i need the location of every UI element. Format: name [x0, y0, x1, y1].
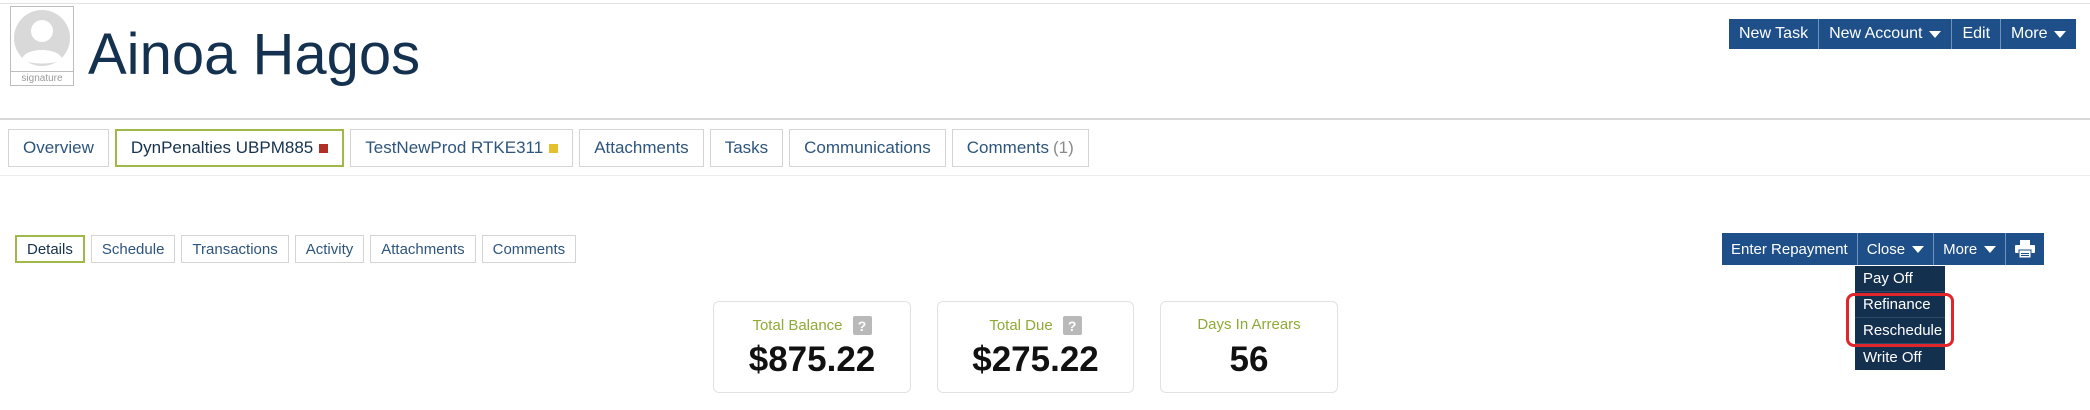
help-icon[interactable]: ? [1062, 316, 1082, 335]
stat-value: $275.22 [972, 340, 1099, 379]
new-task-label: New Task [1739, 25, 1809, 42]
tab-overview[interactable]: Overview [8, 129, 109, 167]
chevron-down-icon [1929, 30, 1942, 38]
subtab-comments[interactable]: Comments [481, 235, 577, 263]
comments-count: (1) [1052, 138, 1074, 157]
tab-label: Overview [23, 138, 94, 157]
top-divider [0, 3, 2090, 4]
tab-label: Comments [966, 138, 1049, 157]
tab-attachments[interactable]: Attachments [579, 129, 704, 167]
header-divider [0, 118, 2090, 120]
header-actions: New Task New Account Edit More [1729, 19, 2077, 49]
loan-actions: Enter Repayment Close More [1722, 233, 2045, 265]
stat-total-balance: Total Balance ? $875.22 [713, 301, 911, 393]
subtab-label: Schedule [101, 240, 165, 258]
tab-dynpenalties[interactable]: DynPenalties UBPM885 [114, 129, 345, 167]
stat-days-in-arrears: Days In Arrears 56 [1160, 301, 1338, 393]
subtab-details[interactable]: Details [15, 235, 85, 263]
chevron-down-icon [1912, 245, 1925, 253]
tab-testnewprod[interactable]: TestNewProd RTKE311 [350, 129, 574, 167]
main-tabs: Overview DynPenalties UBPM885 TestNewPro… [8, 129, 1089, 167]
tabs-divider [0, 175, 2090, 176]
more-button[interactable]: More [2001, 19, 2076, 49]
chevron-down-icon [1984, 245, 1997, 253]
stat-label: Total Balance [752, 317, 843, 334]
close-button[interactable]: Close [1858, 233, 1935, 265]
chevron-down-icon [2054, 30, 2067, 38]
tab-communications[interactable]: Communications [789, 129, 946, 167]
edit-button[interactable]: Edit [1952, 19, 2002, 49]
tab-label: Attachments [594, 138, 689, 157]
enter-repayment-button[interactable]: Enter Repayment [1722, 233, 1858, 265]
stat-value: 56 [1229, 340, 1269, 379]
subtab-label: Comments [492, 240, 566, 258]
stat-value: $875.22 [748, 340, 876, 379]
new-account-button[interactable]: New Account [1819, 19, 1953, 49]
avatar[interactable]: signature [10, 6, 74, 86]
more-label: More [2011, 25, 2048, 42]
page-title: Ainoa Hagos [88, 22, 421, 87]
tab-label: TestNewProd RTKE311 [365, 138, 544, 157]
subtab-schedule[interactable]: Schedule [90, 235, 176, 263]
edit-label: Edit [1962, 25, 1991, 42]
help-icon[interactable]: ? [852, 316, 872, 335]
loan-more-button[interactable]: More [1934, 233, 2007, 265]
avatar-caption: signature [11, 71, 73, 85]
close-label: Close [1866, 240, 1906, 258]
subtab-label: Transactions [192, 240, 278, 258]
stat-label: Total Due [989, 317, 1053, 334]
stat-label: Days In Arrears [1197, 316, 1301, 333]
menu-item-write-off[interactable]: Write Off [1855, 344, 1945, 370]
sub-tabs: Details Schedule Transactions Activity A… [15, 235, 577, 263]
loan-more-label: More [1943, 240, 1978, 258]
subtab-transactions[interactable]: Transactions [181, 235, 289, 263]
subtab-label: Details [27, 240, 73, 258]
user-silhouette-icon [14, 10, 70, 66]
printer-icon [2015, 240, 2036, 258]
stat-total-due: Total Due ? $275.22 [937, 301, 1134, 393]
tab-comments[interactable]: Comments (1) [951, 129, 1089, 167]
new-task-button[interactable]: New Task [1729, 19, 1820, 49]
subtab-label: Activity [305, 240, 354, 258]
subtab-activity[interactable]: Activity [294, 235, 365, 263]
subtab-label: Attachments [381, 240, 465, 258]
status-marker-icon [319, 143, 329, 153]
tab-label: Tasks [724, 138, 769, 157]
print-button[interactable] [2006, 233, 2044, 265]
enter-repayment-label: Enter Repayment [1731, 240, 1848, 258]
new-account-label: New Account [1829, 25, 1923, 42]
tab-label: DynPenalties UBPM885 [130, 138, 314, 157]
status-marker-icon [549, 143, 559, 153]
subtab-attachments[interactable]: Attachments [370, 235, 476, 263]
highlight-box [1846, 293, 1954, 347]
menu-item-pay-off[interactable]: Pay Off [1855, 266, 1945, 292]
tab-tasks[interactable]: Tasks [709, 129, 784, 167]
tab-label: Communications [804, 138, 931, 157]
